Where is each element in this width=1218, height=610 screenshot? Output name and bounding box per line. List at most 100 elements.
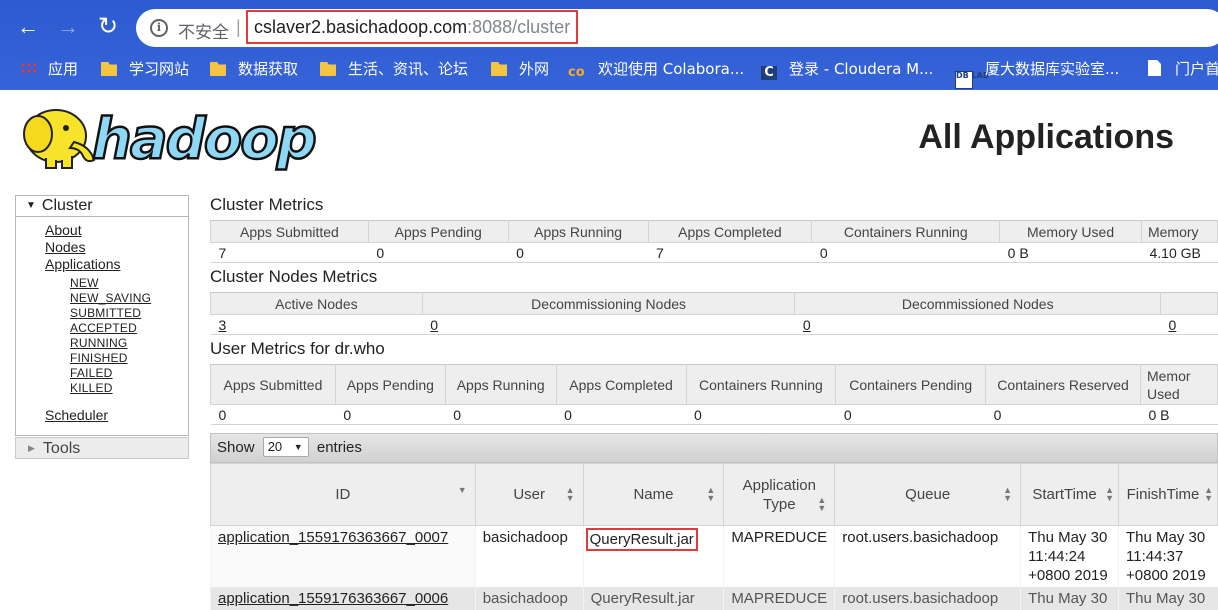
cell-user: basichadoop (474, 525, 584, 587)
decommissioned-nodes-link[interactable]: 0 (803, 317, 811, 333)
bookmark-label: 生活、资讯、论坛 (348, 60, 469, 78)
cell-starttime: Thu May 30 (1020, 587, 1119, 610)
cell-name: QueryResult.jar (582, 587, 724, 610)
header-label: Queue (905, 486, 951, 503)
cluster-nav-panel: ▼ Cluster About Nodes Applications NEW NE… (15, 195, 189, 436)
nav-state-new-saving[interactable]: NEW_SAVING (70, 291, 151, 305)
metric-value: 0 (794, 314, 1161, 335)
column-header-finishtime[interactable]: FinishTime ▲ ▼ (1118, 463, 1218, 526)
metric-value: 7 (648, 242, 812, 263)
metric-header: Apps Running (444, 364, 557, 405)
address-bar[interactable]: i 不安全 | cslaver2.basichadoop.com:8088/cl… (136, 9, 1218, 47)
active-nodes-link[interactable]: 3 (219, 317, 227, 333)
metric-value: 4.10 GB (1141, 242, 1218, 263)
url-text[interactable]: cslaver2.basichadoop.com:8088/cluster (246, 10, 579, 44)
lost-nodes-link[interactable]: 0 (1169, 317, 1177, 333)
metric-value: 0 (335, 404, 446, 425)
metric-value: 0 (210, 404, 336, 425)
cell-type: MAPREDUCE (723, 525, 835, 587)
application-id-link[interactable]: application_1559176363667_0007 (218, 529, 448, 546)
svg-text:hadoop: hadoop (92, 107, 315, 172)
entries-label: entries (316, 439, 362, 456)
metric-value: 7 (210, 242, 369, 263)
bookmark-apps[interactable]: 应用 (20, 58, 78, 80)
user-metrics-table: Apps Submitted Apps Pending Apps Running… (210, 364, 1218, 425)
column-header-type[interactable]: Application Type ▲ ▼ (723, 463, 836, 526)
cluster-nav-header[interactable]: ▼ Cluster (16, 196, 188, 217)
dblab-icon: DB LAB (955, 71, 989, 89)
nav-state-killed[interactable]: KILLED (70, 381, 113, 395)
bookmark-label: 外网 (519, 60, 550, 78)
metric-header: Containers Running (685, 364, 837, 405)
sort-icon: ▲ ▼ (1105, 485, 1115, 503)
bookmark-portal[interactable]: 门户首 (1148, 58, 1218, 80)
metric-header: Apps Submitted (210, 364, 336, 405)
sort-icon: ▲ ▼ (1003, 485, 1013, 503)
cell-starttime: Thu May 30 11:44:24 +0800 2019 (1020, 525, 1119, 587)
bookmark-label: 欢迎使用 Colabora... (598, 60, 745, 78)
metric-header: Active Nodes (210, 292, 423, 315)
header-label: FinishTime (1126, 486, 1200, 503)
column-header-queue[interactable]: Queue ▲ ▼ (834, 463, 1022, 526)
entries-select[interactable]: 20 ▼ (262, 437, 309, 457)
bookmark-folder-data[interactable]: 数据获取 (210, 58, 298, 80)
column-header-starttime[interactable]: StartTime ▲ ▼ (1020, 463, 1120, 526)
header-label: ID (335, 486, 351, 503)
back-arrow-icon[interactable]: ← (14, 12, 42, 42)
metric-value: 0 (508, 242, 649, 263)
page-size-value: 20 (267, 439, 283, 454)
nav-state-accepted[interactable]: ACCEPTED (70, 321, 137, 335)
bookmark-folder-foreign[interactable]: 外网 (491, 58, 549, 80)
bookmark-colab[interactable]: co 欢迎使用 Colabora... (568, 58, 744, 80)
metric-header: Containers Reserved (985, 364, 1141, 405)
cloudera-icon: C (761, 66, 777, 80)
hadoop-logo[interactable]: hadoop (16, 98, 316, 174)
metric-value: 0 B (1140, 404, 1218, 425)
cell-queue: root.users.basichadoop (834, 587, 1021, 610)
tools-nav-header[interactable]: ▶ Tools (15, 437, 189, 459)
bookmark-label: 厦大数据库实验室... (985, 60, 1120, 78)
bookmark-folder-study[interactable]: 学习网站 (101, 58, 189, 80)
column-header-id[interactable]: ID ▼ (210, 463, 476, 526)
metric-header: Apps Completed (555, 364, 687, 405)
nav-state-failed[interactable]: FAILED (70, 366, 113, 380)
nav-link-scheduler[interactable]: Scheduler (45, 407, 108, 423)
nav-link-about[interactable]: About (45, 222, 82, 238)
sort-icon: ▲ ▼ (706, 485, 716, 503)
nav-state-submitted[interactable]: SUBMITTED (70, 306, 141, 320)
sort-icon: ▲ ▼ (1204, 485, 1213, 503)
table-length-bar: Show 20 ▼ entries (210, 433, 1218, 463)
reload-icon[interactable]: ↻ (94, 12, 122, 42)
column-header-name[interactable]: Name ▲ ▼ (582, 463, 725, 526)
cell-name: QueryResult.jar (582, 525, 724, 587)
elephant-icon (23, 109, 96, 169)
nav-state-new[interactable]: NEW (70, 276, 99, 290)
bookmark-folder-life[interactable]: 生活、资讯、论坛 (320, 58, 468, 80)
forward-arrow-icon[interactable]: → (54, 12, 82, 42)
bookmark-cloudera[interactable]: C 登录 - Cloudera M... (761, 58, 933, 80)
caret-right-icon: ▶ (28, 443, 35, 453)
sort-icon: ▲ ▼ (565, 485, 575, 503)
folder-icon (320, 62, 336, 76)
header-label: StartTime (1032, 486, 1097, 503)
bookmarks-bar: 应用 学习网站 数据获取 生活、资讯、论坛 外网 co 欢迎使用 Colabora… (0, 52, 1218, 89)
metric-value: 0 (835, 404, 986, 425)
header-label: User (513, 486, 545, 503)
info-icon[interactable]: i (150, 19, 168, 37)
metric-value: 0 (985, 404, 1141, 425)
nav-link-nodes[interactable]: Nodes (45, 239, 85, 255)
show-label: Show (217, 439, 255, 456)
highlighted-app-name: QueryResult.jar (585, 528, 698, 551)
sort-desc-icon: ▼ (457, 485, 467, 495)
nav-state-running[interactable]: RUNNING (70, 336, 127, 350)
nodes-metrics-title: Cluster Nodes Metrics (210, 267, 378, 286)
cell-queue: root.users.basichadoop (834, 525, 1021, 587)
metric-header: Memory Used (999, 220, 1142, 243)
nav-link-applications[interactable]: Applications (45, 256, 121, 272)
metric-header: Apps Pending (367, 220, 509, 243)
nav-state-finished[interactable]: FINISHED (70, 351, 128, 365)
column-header-user[interactable]: User ▲ ▼ (474, 463, 584, 526)
sort-icon: ▲ ▼ (817, 495, 827, 513)
decommissioning-nodes-link[interactable]: 0 (430, 317, 438, 333)
bookmark-dblab[interactable]: DB LAB厦大数据库实验室... (955, 58, 1120, 89)
